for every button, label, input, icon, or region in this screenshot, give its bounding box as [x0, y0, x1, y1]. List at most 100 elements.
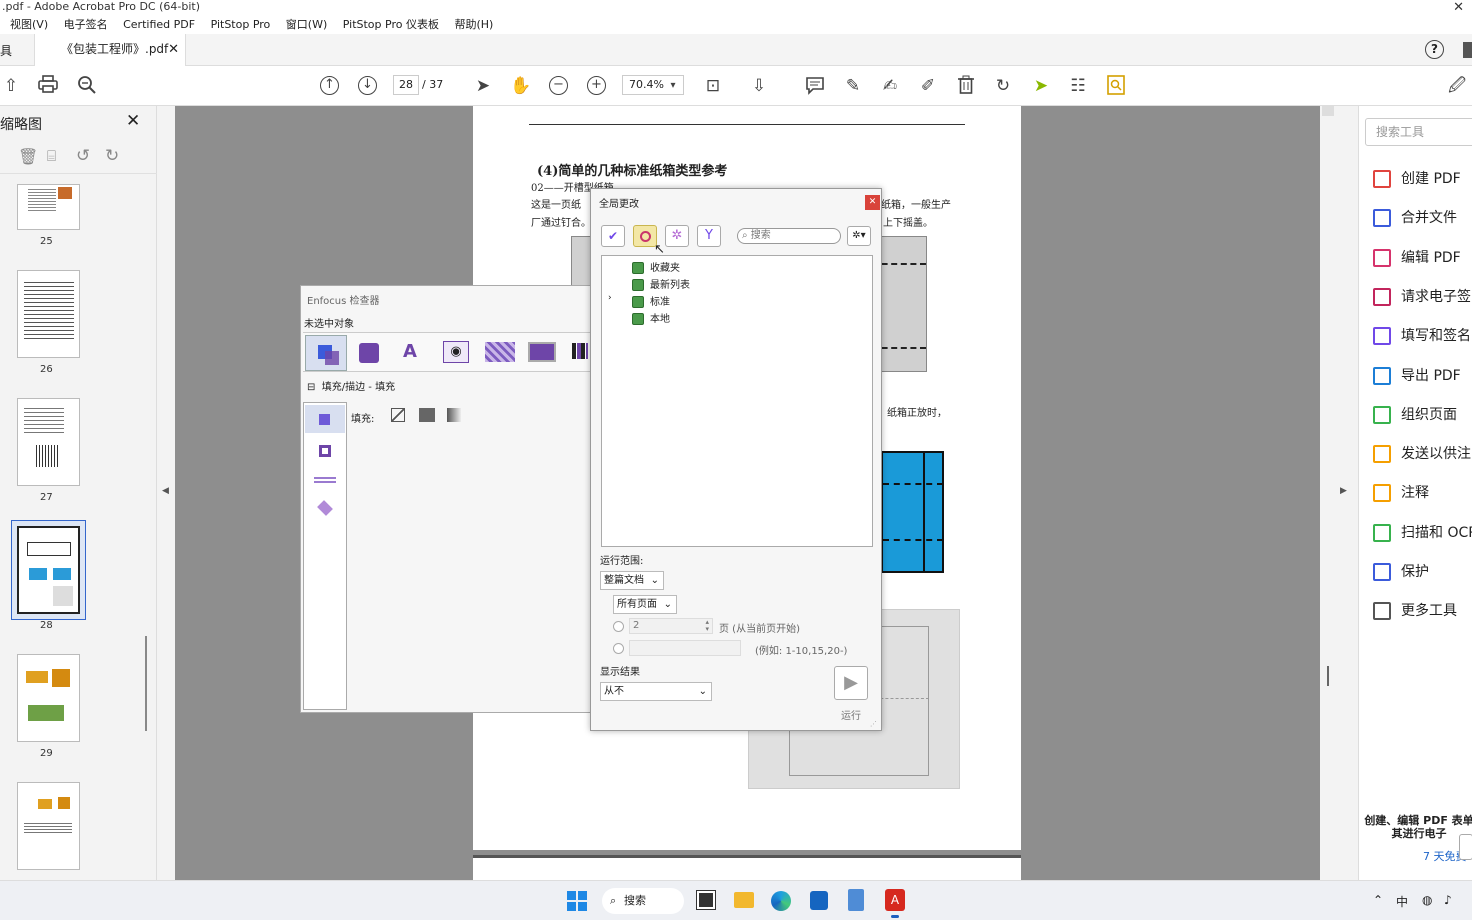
- tool-request-esign[interactable]: 请求电子签: [1373, 286, 1471, 310]
- menu-pitstop-pro[interactable]: PitStop Pro: [211, 18, 271, 31]
- store-icon[interactable]: [810, 891, 828, 910]
- highlight-pen-icon[interactable]: ✎: [842, 75, 864, 97]
- insert-page-icon[interactable]: ⌸: [47, 147, 56, 165]
- taskbar-search[interactable]: ⌕ 搜索: [602, 888, 684, 914]
- file-explorer-icon[interactable]: [734, 892, 754, 908]
- thumbnail-page-26[interactable]: [17, 270, 80, 358]
- tool-edit-pdf[interactable]: 编辑 PDF: [1373, 247, 1461, 271]
- user-icon[interactable]: [1463, 42, 1472, 58]
- tool-more-tools[interactable]: 更多工具: [1373, 600, 1457, 624]
- checkmark-icon[interactable]: ✔: [601, 225, 625, 247]
- panel-handle[interactable]: [1459, 834, 1472, 860]
- select-arrow-icon[interactable]: ➤: [472, 75, 494, 97]
- task-view-icon[interactable]: [697, 891, 715, 909]
- print-icon[interactable]: [37, 75, 59, 97]
- tool-scan-ocr[interactable]: 扫描和 OCR: [1373, 522, 1472, 546]
- stepper-arrows-icon[interactable]: ▴ ▾: [705, 619, 709, 633]
- vertical-scrollbar[interactable]: [1320, 106, 1336, 880]
- split-view-icon[interactable]: ☷: [1067, 75, 1089, 97]
- fill-tab[interactable]: [305, 405, 345, 433]
- pitstop-inspect-icon[interactable]: [1105, 75, 1127, 97]
- no-fill-icon[interactable]: [391, 408, 405, 422]
- objects-category-button[interactable]: [305, 335, 347, 371]
- options-gear-icon[interactable]: ✲▾: [847, 226, 871, 246]
- settings-gear-icon[interactable]: ✲: [665, 225, 689, 247]
- separations-category-icon[interactable]: [572, 343, 588, 359]
- line-style-tab-icon[interactable]: [314, 477, 336, 483]
- page-range-input[interactable]: [629, 640, 741, 656]
- close-icon[interactable]: ✕: [126, 111, 140, 131]
- close-icon[interactable]: ✕: [168, 34, 179, 65]
- collapse-left-icon[interactable]: ◀: [162, 486, 169, 496]
- tree-item-favorites[interactable]: 收藏夹: [632, 259, 680, 274]
- page-count-radio[interactable]: [613, 621, 624, 632]
- volume-icon[interactable]: ♪: [1444, 893, 1452, 907]
- thumbnail-page-29[interactable]: [17, 654, 80, 742]
- tool-fill-sign[interactable]: 填写和签名: [1373, 325, 1471, 349]
- tab-document[interactable]: 《包装工程师》.pdf ✕: [34, 34, 186, 66]
- gradient-fill-icon[interactable]: [447, 408, 461, 422]
- windows-start-icon[interactable]: [567, 891, 587, 911]
- hand-icon[interactable]: ✋: [510, 75, 532, 97]
- tool-organize-pages[interactable]: 组织页面: [1373, 404, 1457, 428]
- help-icon[interactable]: ?: [1425, 40, 1444, 59]
- page-range-radio[interactable]: [613, 643, 624, 654]
- tool-send-for-comment[interactable]: 发送以供注: [1373, 443, 1471, 467]
- tool-comment[interactable]: 注释: [1373, 482, 1429, 506]
- dialog-search-input[interactable]: ⌕ 搜索: [737, 228, 841, 244]
- section-header[interactable]: ⊟ 填充/描边 - 填充: [307, 378, 395, 393]
- upload-cloud-icon[interactable]: ⇧: [0, 75, 22, 97]
- resize-grip-icon[interactable]: ⋰: [870, 720, 877, 728]
- tree-item-local[interactable]: 本地: [632, 310, 670, 325]
- overprint-tab-icon[interactable]: [317, 500, 333, 516]
- delete-icon[interactable]: [955, 75, 977, 97]
- ime-indicator[interactable]: 中: [1396, 893, 1408, 910]
- scrollbar-thumb[interactable]: [145, 636, 147, 731]
- share-link-icon[interactable]: 🖉: [1446, 75, 1468, 97]
- edge-browser-icon[interactable]: [771, 891, 791, 911]
- page-count-stepper[interactable]: 2 ▴ ▾: [629, 618, 713, 634]
- scroll-mode-icon[interactable]: ⇩: [748, 75, 770, 97]
- pitstop-select-icon[interactable]: ➤: [1030, 75, 1052, 97]
- chevron-right-icon[interactable]: ›: [608, 293, 612, 303]
- thumbnail-page-25[interactable]: [17, 184, 80, 230]
- rotate-icon[interactable]: ↻: [992, 75, 1014, 97]
- menu-certified-pdf[interactable]: Certified PDF: [123, 18, 195, 31]
- page-up-icon[interactable]: ↑: [320, 76, 339, 95]
- zoom-search-icon[interactable]: [76, 75, 98, 97]
- run-play-icon[interactable]: ▶: [834, 666, 868, 700]
- tool-create-pdf[interactable]: 创建 PDF: [1373, 168, 1461, 192]
- fit-page-icon[interactable]: ⊡: [702, 75, 724, 97]
- window-close-button[interactable]: ✕: [1453, 0, 1464, 15]
- stroke-tab-icon[interactable]: [319, 445, 331, 457]
- pattern-category-icon[interactable]: [485, 342, 515, 362]
- acrobat-icon[interactable]: A: [885, 889, 905, 911]
- show-results-select[interactable]: 从不 ⌄: [600, 682, 712, 701]
- tree-item-recent[interactable]: 最新列表: [632, 276, 690, 291]
- menu-pitstop-dashboard[interactable]: PitStop Pro 仪表板: [343, 18, 439, 31]
- zoom-level-input[interactable]: 70.4%: [622, 75, 684, 95]
- undo-icon[interactable]: ↺: [76, 146, 90, 166]
- shapes-category-icon[interactable]: [359, 343, 379, 363]
- tab-tools-fragment[interactable]: 具: [0, 42, 12, 59]
- comment-icon[interactable]: [804, 75, 826, 97]
- filter-icon[interactable]: Y: [697, 225, 721, 247]
- image-category-icon[interactable]: ◉: [443, 341, 469, 363]
- display-category-icon[interactable]: [528, 342, 556, 362]
- delete-icon[interactable]: 🗑: [18, 147, 38, 166]
- page-down-icon[interactable]: ↓: [358, 76, 377, 95]
- tool-protect[interactable]: 保护: [1373, 561, 1429, 585]
- sign-icon[interactable]: ✍: [879, 75, 901, 97]
- solid-fill-icon[interactable]: [419, 408, 435, 422]
- redo-icon[interactable]: ↻: [105, 146, 119, 166]
- thumbnail-page-28[interactable]: [17, 526, 80, 614]
- tool-combine-files[interactable]: 合并文件: [1373, 207, 1457, 231]
- notepad-icon[interactable]: [848, 889, 864, 911]
- tool-export-pdf[interactable]: 导出 PDF: [1373, 365, 1461, 389]
- network-globe-icon[interactable]: ◍: [1422, 893, 1432, 907]
- scope-select[interactable]: 整篇文档 ⌄: [600, 571, 664, 590]
- expand-right-icon[interactable]: ▶: [1340, 486, 1347, 496]
- zoom-out-icon[interactable]: −: [549, 76, 568, 95]
- menu-esign[interactable]: 电子签名: [64, 18, 108, 31]
- stamp-icon[interactable]: ✐: [917, 75, 939, 97]
